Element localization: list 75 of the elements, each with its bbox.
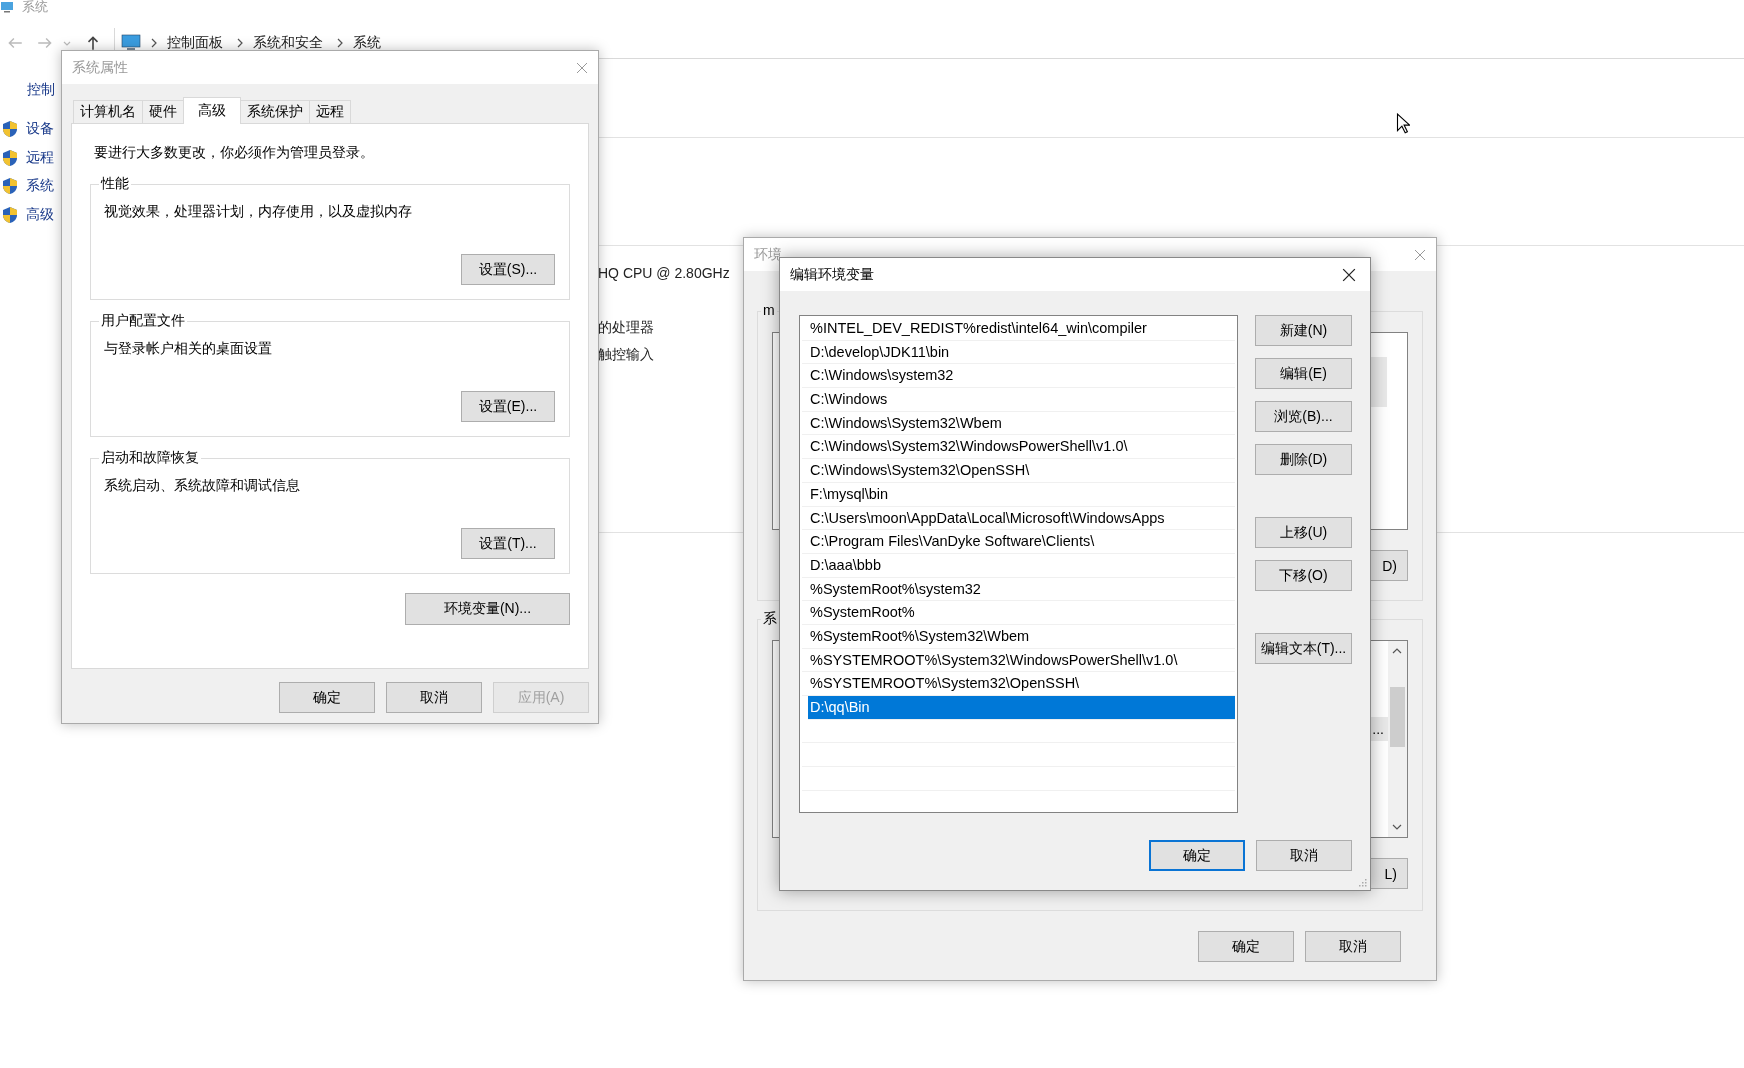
dialog-title: 环境 (754, 245, 782, 264)
settings-button[interactable]: 设置(E)... (461, 391, 555, 422)
dialog-title: 编辑环境变量 (790, 265, 874, 284)
scrollbar[interactable] (1388, 641, 1407, 837)
path-list[interactable] (799, 315, 1238, 813)
dialog-button[interactable]: 编辑文本(T)... (1255, 633, 1352, 664)
dialog-button[interactable]: 取消 (1305, 931, 1401, 962)
tab[interactable]: 高级 (183, 97, 241, 124)
list-item[interactable]: %SystemRoot%\system32 (802, 577, 1235, 602)
tab[interactable]: 计算机名 (73, 100, 143, 123)
sidebar-link[interactable]: 高级 (26, 205, 54, 224)
breadcrumb-item[interactable]: 系统 (353, 33, 381, 52)
dialog-button[interactable]: 取消 (386, 682, 482, 713)
list-item[interactable]: C:\Windows\System32\Wbem (802, 411, 1235, 436)
shield-icon (2, 148, 18, 167)
sidebar-link[interactable]: 远程 (26, 148, 54, 167)
list-item[interactable]: %SystemRoot% (802, 601, 1235, 625)
computer-icon (0, 1, 14, 13)
dialog-button[interactable]: 确定 (279, 682, 375, 713)
window-title: 系统 (22, 0, 48, 13)
list-item[interactable]: C:\Windows\System32\OpenSSH\ (802, 459, 1235, 483)
dialog-button[interactable]: 取消 (1256, 840, 1352, 871)
shield-icon (2, 177, 18, 196)
dialog-button[interactable]: 上移(U) (1255, 517, 1352, 548)
scroll-up-icon[interactable] (1392, 648, 1402, 654)
list-item[interactable]: D:\develop\JDK11\bin (802, 340, 1235, 365)
close-icon[interactable] (1342, 267, 1356, 282)
info-text: 触控输入 (598, 346, 654, 364)
environment-variables-button[interactable]: 环境变量(N)... (405, 593, 570, 625)
list-item[interactable]: C:\Users\moon\AppData\Local\Microsoft\WindowsApps (802, 506, 1235, 531)
group-description: 系统启动、系统故障和调试信息 (104, 477, 301, 495)
breadcrumb-item[interactable]: 控制面板 (167, 33, 223, 52)
info-text: 的处理器 (598, 319, 654, 337)
mouse-cursor-icon (1396, 113, 1410, 135)
dialog-title: 系统属性 (72, 58, 128, 77)
list-item[interactable]: F:\mysql\bin (802, 482, 1235, 507)
dialog-button[interactable]: 删除(D) (1255, 444, 1352, 475)
resize-grip-icon[interactable] (1359, 879, 1367, 887)
list-item[interactable]: D:\aaa\bbb (802, 553, 1235, 578)
sidebar-link[interactable]: 系统 (26, 177, 54, 196)
list-item[interactable]: %SystemRoot%\System32\Wbem (802, 624, 1235, 649)
list-item[interactable]: C:\Windows (802, 388, 1235, 412)
chevron-right-icon (151, 37, 157, 48)
group-title: 性能 (99, 175, 131, 193)
list-item[interactable]: C:\Program Files\VanDyke Software\Clients\ (802, 530, 1235, 554)
shield-icon (2, 120, 18, 139)
computer-icon (121, 33, 141, 52)
info-text: HQ CPU @ 2.80GHz (598, 265, 730, 283)
breadcrumb-item[interactable]: 系统和安全 (253, 33, 323, 52)
group-description: 视觉效果，处理器计划，内存使用，以及虚拟内存 (104, 203, 413, 221)
dialog-button[interactable]: 编辑(E) (1255, 358, 1352, 389)
group-title: 系 (761, 610, 779, 628)
shield-icon (2, 205, 18, 224)
sidebar-link[interactable]: 设备 (26, 120, 54, 139)
dialog-button[interactable]: 确定 (1149, 840, 1245, 871)
notice-text: 要进行大多数更改，你必须作为管理员登录。 (94, 144, 375, 162)
scroll-down-icon[interactable] (1392, 824, 1402, 830)
group-title: 启动和故障恢复 (99, 449, 201, 467)
settings-button[interactable]: 设置(T)... (461, 528, 555, 559)
list-item[interactable]: C:\Windows\system32 (802, 364, 1235, 389)
dialog-button[interactable]: 下移(O) (1255, 560, 1352, 591)
list-item[interactable]: %SYSTEMROOT%\System32\WindowsPowerShell\v1.0\ (802, 648, 1235, 673)
list-item[interactable]: D:\qq\Bin (808, 696, 1235, 720)
dialog-button[interactable]: 新建(N) (1255, 315, 1352, 346)
settings-button[interactable]: 设置(S)... (461, 254, 555, 285)
scrollbar-thumb[interactable] (1390, 687, 1405, 747)
chevron-right-icon (237, 37, 243, 48)
chevron-right-icon (337, 37, 343, 48)
list-item[interactable]: %INTEL_DEV_REDIST%redist\intel64_win\compiler (802, 317, 1235, 341)
dialog-button[interactable]: 浏览(B)... (1255, 401, 1352, 432)
group-title: 用户配置文件 (99, 312, 187, 330)
list-item[interactable]: C:\Windows\System32\WindowsPowerShell\v1.0\ (802, 435, 1235, 460)
group-description: 与登录帐户相关的桌面设置 (104, 340, 273, 358)
dialog-button[interactable]: 确定 (1198, 931, 1294, 962)
tab[interactable]: 远程 (309, 100, 351, 123)
